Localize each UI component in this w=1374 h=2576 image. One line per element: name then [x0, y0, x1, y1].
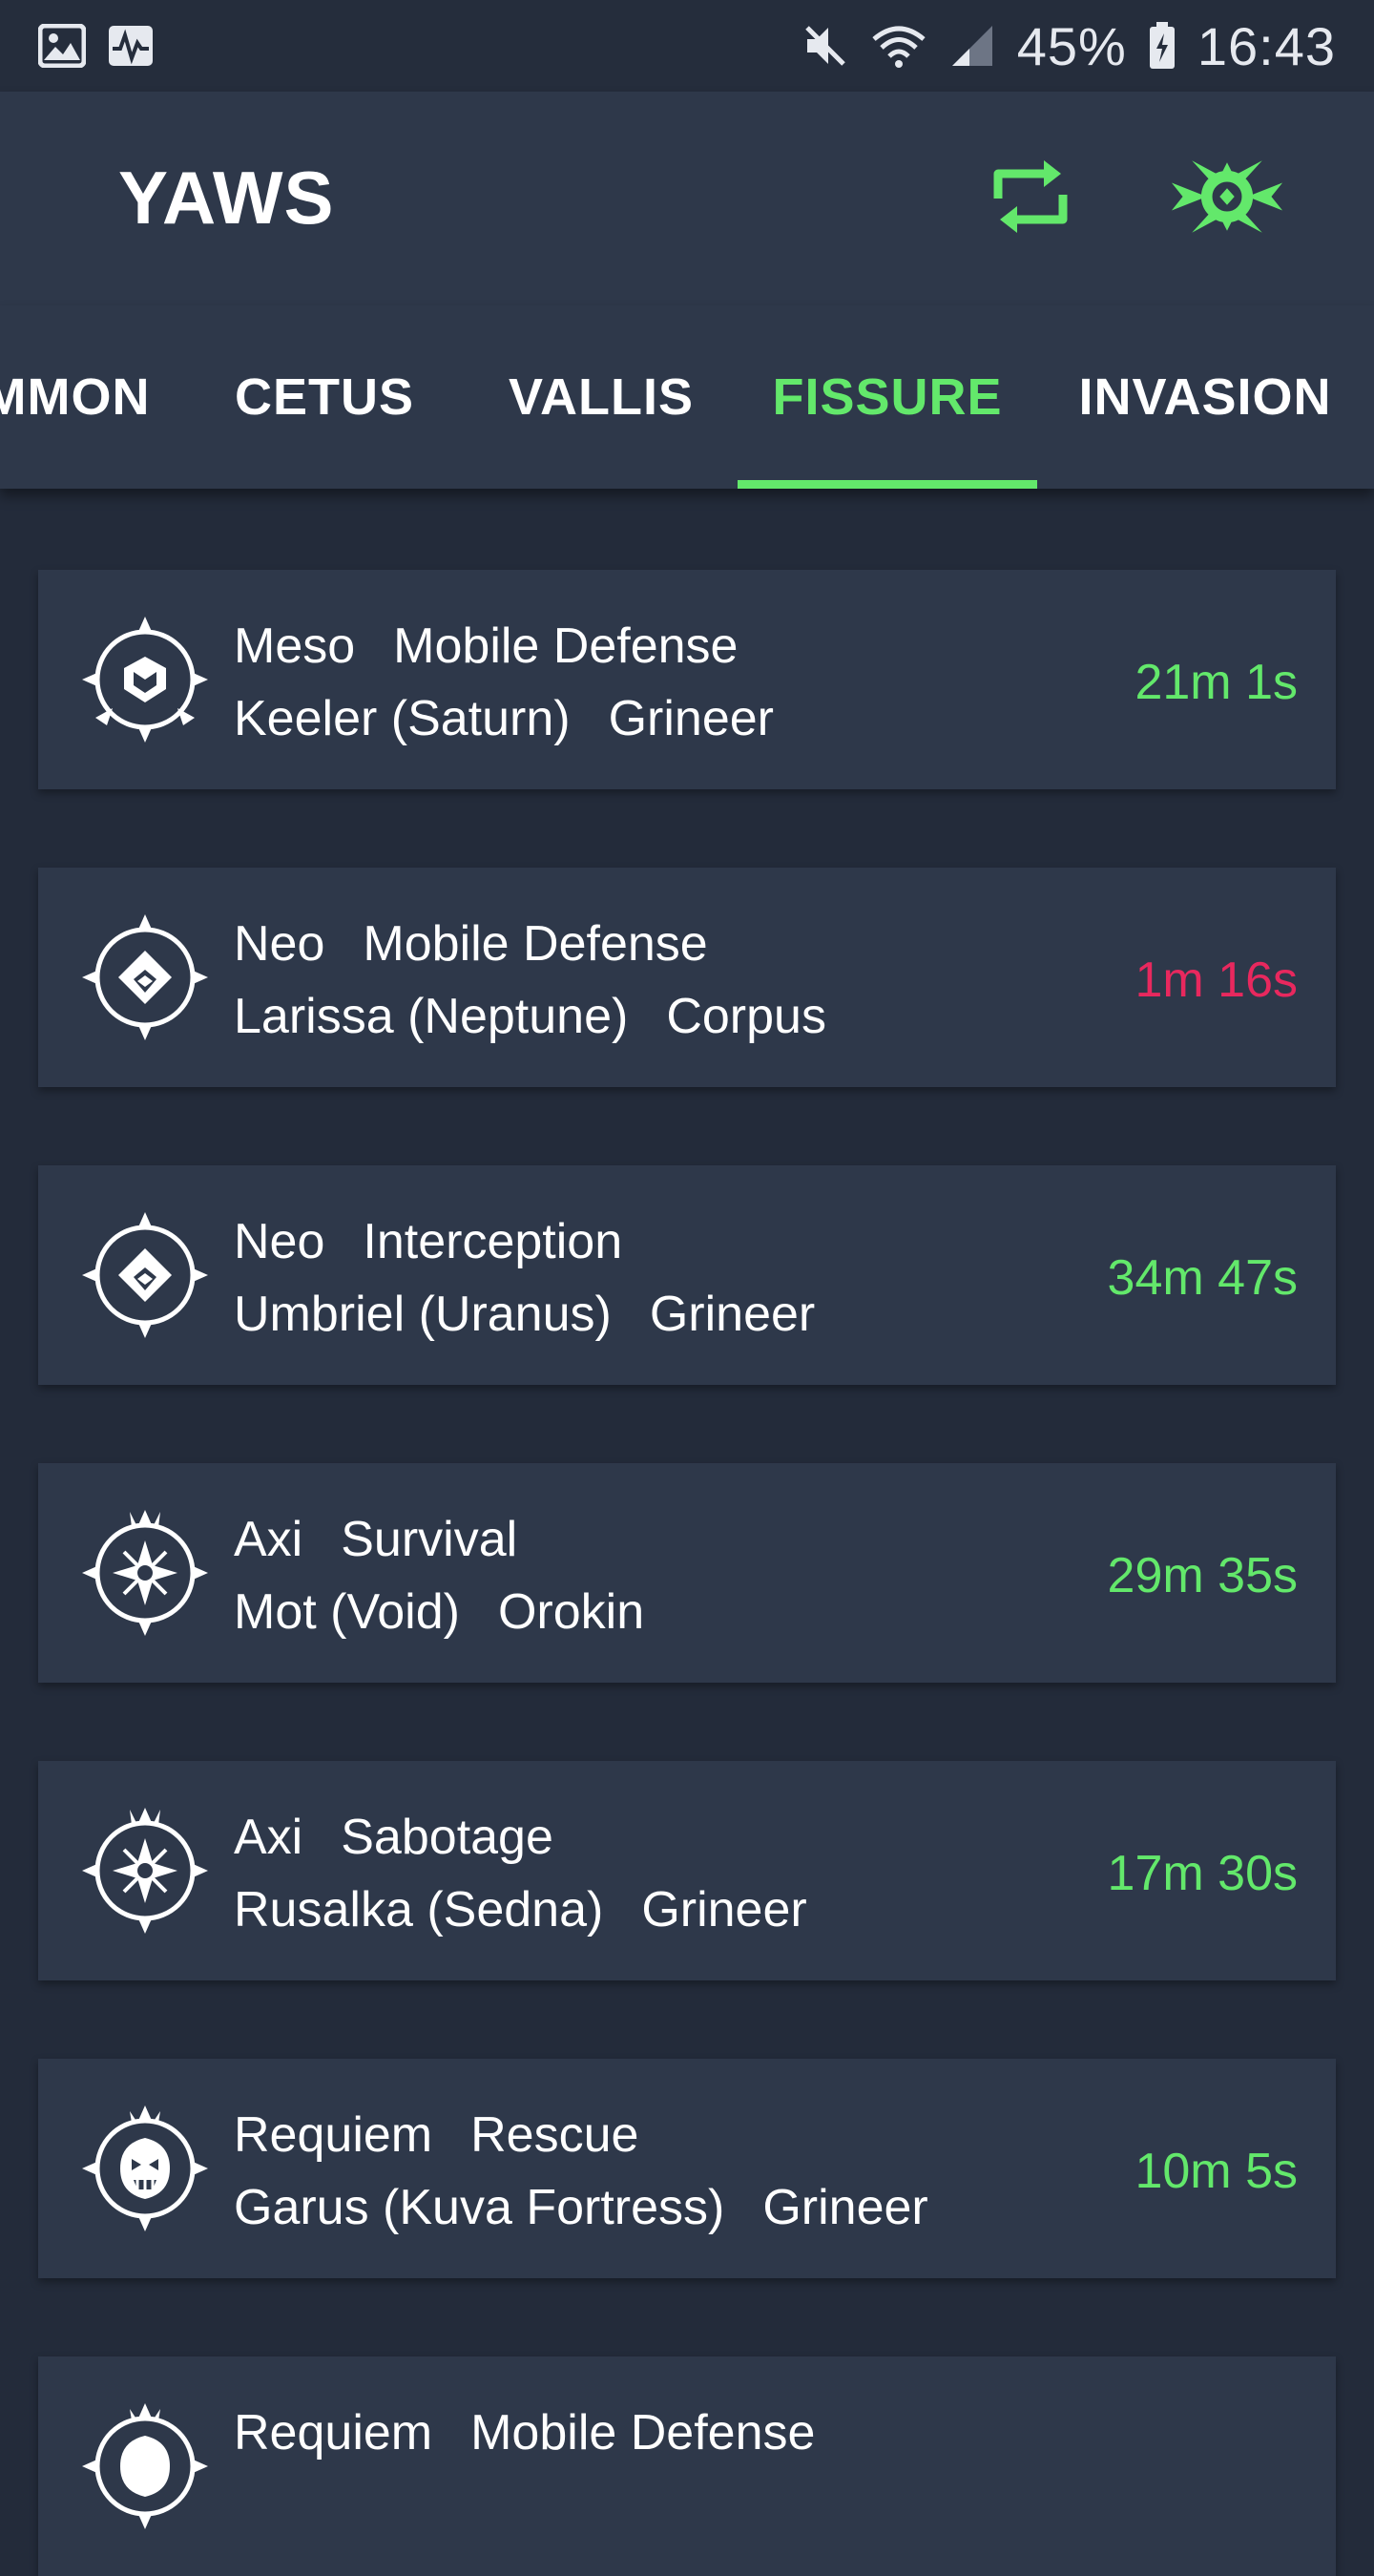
- fissure-timer: 10m 5s: [1135, 2144, 1298, 2199]
- fissure-card[interactable]: Requiem Mobile Defense: [38, 2356, 1336, 2576]
- mission-type: Mobile Defense: [363, 916, 708, 972]
- fissure-card[interactable]: Neo Interception Umbriel (Uranus) Grineer …: [38, 1165, 1336, 1385]
- faction-button[interactable]: [1170, 139, 1284, 254]
- neo-relic-icon: [78, 911, 212, 1044]
- mute-icon: [802, 22, 849, 70]
- axi-relic-icon: [78, 1506, 212, 1640]
- relic-tier: Meso: [234, 618, 356, 674]
- mission-type: Survival: [341, 1512, 518, 1567]
- sync-button[interactable]: [973, 139, 1088, 254]
- fissure-location: Garus (Kuva Fortress) Grineer: [234, 2179, 928, 2236]
- app-bar: YAWS: [0, 92, 1374, 305]
- node-name: Umbriel (Uranus): [234, 1287, 612, 1342]
- tab-bar: MMON CETUS VALLIS FISSURE INVASION: [0, 305, 1374, 489]
- meso-relic-icon: [78, 613, 212, 746]
- fissure-title: Axi Sabotage: [234, 1809, 553, 1866]
- tab-common[interactable]: MMON: [0, 305, 153, 489]
- fissure-card[interactable]: Axi Sabotage Rusalka (Sedna) Grineer 17m 3…: [38, 1761, 1336, 1980]
- fissure-timer: 21m 1s: [1135, 655, 1298, 710]
- enemy-faction: Corpus: [666, 989, 826, 1044]
- battery-charging-icon: [1148, 22, 1176, 70]
- fissure-location: Larissa (Neptune) Corpus: [234, 988, 826, 1045]
- node-name: Mot (Void): [234, 1584, 460, 1640]
- node-name: Larissa (Neptune): [234, 989, 629, 1044]
- mission-type: Rescue: [470, 2107, 639, 2163]
- fissure-title: Requiem Rescue: [234, 2106, 638, 2164]
- neo-relic-icon: [78, 1208, 212, 1342]
- battery-percent: 45%: [1016, 15, 1127, 76]
- fissure-title: Meso Mobile Defense: [234, 618, 738, 675]
- enemy-faction: Grineer: [641, 1882, 807, 1937]
- faction-icon: [1171, 160, 1283, 233]
- enemy-faction: Grineer: [608, 691, 775, 746]
- node-name: Keeler (Saturn): [234, 691, 571, 746]
- health-notification-icon: [107, 24, 155, 68]
- relic-tier: Neo: [234, 916, 325, 972]
- relic-tier: Requiem: [234, 2405, 433, 2461]
- relic-tier: Neo: [234, 1214, 325, 1269]
- enemy-faction: Grineer: [649, 1287, 816, 1342]
- fissure-card[interactable]: Meso Mobile Defense Keeler (Saturn) Grinee…: [38, 570, 1336, 789]
- fissure-location: Keeler (Saturn) Grineer: [234, 690, 774, 747]
- fissure-title: Neo Mobile Defense: [234, 915, 708, 973]
- status-bar: 45% 16:43: [0, 0, 1374, 92]
- enemy-faction: Grineer: [762, 2180, 928, 2235]
- tab-vallis[interactable]: VALLIS: [477, 305, 725, 489]
- fissure-card[interactable]: Neo Mobile Defense Larissa (Neptune) Corpu…: [38, 868, 1336, 1087]
- node-name: Garus (Kuva Fortress): [234, 2180, 725, 2235]
- mission-type: Sabotage: [341, 1810, 553, 1865]
- fissure-location: Umbriel (Uranus) Grineer: [234, 1286, 815, 1343]
- fissure-timer: 34m 47s: [1107, 1250, 1298, 1306]
- relic-tier: Axi: [234, 1810, 303, 1865]
- tab-cetus[interactable]: CETUS: [200, 305, 448, 489]
- fissure-title: Requiem Mobile Defense: [234, 2404, 815, 2461]
- signal-icon: [948, 22, 996, 70]
- requiem-relic-icon: [78, 2399, 212, 2533]
- fissure-timer: 29m 35s: [1107, 1548, 1298, 1603]
- relic-tier: Axi: [234, 1512, 303, 1567]
- gallery-notification-icon: [38, 24, 86, 68]
- wifi-icon: [870, 22, 927, 70]
- axi-relic-icon: [78, 1804, 212, 1937]
- fissure-timer: 1m 16s: [1135, 953, 1298, 1008]
- mission-type: Mobile Defense: [393, 618, 739, 674]
- app-title: YAWS: [118, 156, 335, 240]
- fissure-title: Axi Survival: [234, 1511, 517, 1568]
- fissure-timer: 17m 30s: [1107, 1846, 1298, 1901]
- fissure-card[interactable]: Requiem Rescue Garus (Kuva Fortress) Grine…: [38, 2059, 1336, 2278]
- fissure-location: Mot (Void) Orokin: [234, 1583, 644, 1641]
- node-name: Rusalka (Sedna): [234, 1882, 604, 1937]
- mission-type: Mobile Defense: [470, 2405, 816, 2461]
- fissure-card[interactable]: Axi Survival Mot (Void) Orokin 29m 35s: [38, 1463, 1336, 1683]
- fissure-location: Rusalka (Sedna) Grineer: [234, 1881, 807, 1938]
- enemy-faction: Orokin: [497, 1584, 645, 1640]
- tab-fissure[interactable]: FISSURE: [738, 305, 1037, 489]
- mission-type: Interception: [363, 1214, 623, 1269]
- tab-invasion[interactable]: INVASION: [1059, 305, 1351, 489]
- clock: 16:43: [1197, 15, 1336, 76]
- sync-icon: [993, 160, 1068, 233]
- requiem-relic-icon: [78, 2102, 212, 2235]
- fissure-title: Neo Interception: [234, 1213, 622, 1270]
- active-tab-indicator: [738, 480, 1037, 489]
- relic-tier: Requiem: [234, 2107, 433, 2163]
